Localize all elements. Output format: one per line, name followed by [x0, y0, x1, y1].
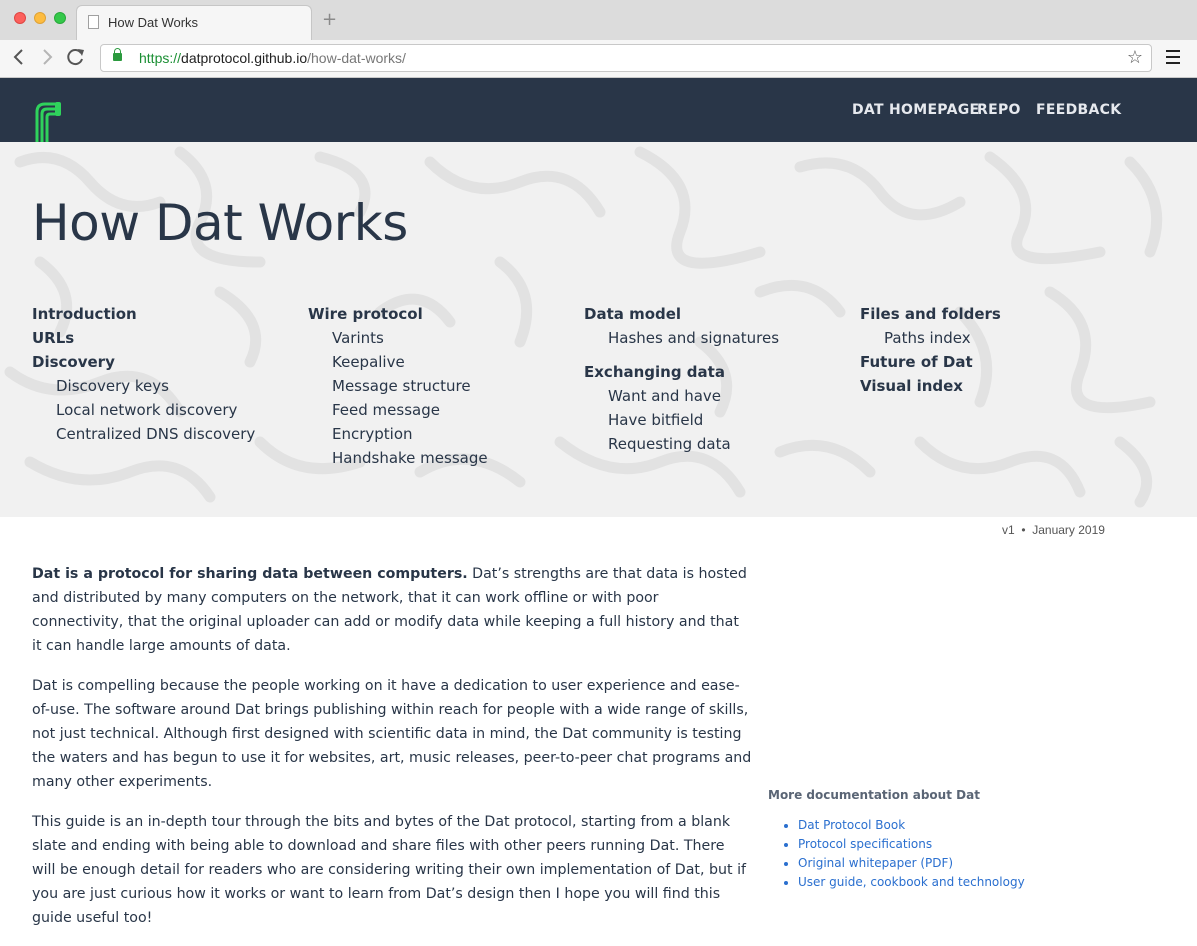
toc-link-discovery[interactable]: Discovery [32, 350, 255, 374]
reload-icon[interactable] [66, 46, 86, 72]
toc-link-paths-index[interactable]: Paths index [860, 326, 1001, 350]
hero-section: How Dat Works Introduction URLs Discover… [0, 142, 1197, 517]
link-original-whitepaper[interactable]: Original whitepaper (PDF) [798, 856, 953, 870]
browser-tab-bar: How Dat Works + [0, 0, 1197, 41]
toc-column-3: Data model Hashes and signatures Exchang… [584, 302, 779, 456]
toc-link-varints[interactable]: Varints [308, 326, 488, 350]
toc-link-exchanging-data[interactable]: Exchanging data [584, 360, 779, 384]
new-tab-button[interactable]: + [322, 9, 337, 30]
url-host: datprotocol.github.io [181, 50, 308, 66]
nav-feedback[interactable]: FEEDBACK [1036, 102, 1121, 118]
list-item: Original whitepaper (PDF) [798, 854, 1025, 873]
toc-link-hashes-and-signatures[interactable]: Hashes and signatures [584, 326, 779, 350]
maximize-window-button[interactable] [54, 12, 66, 24]
bookmark-star-icon[interactable]: ☆ [1127, 47, 1143, 68]
intro-paragraph: Dat is a protocol for sharing data betwe… [32, 562, 752, 658]
nav-dat-homepage[interactable]: DAT HOMEPAGE [852, 102, 979, 118]
guide-paragraph: This guide is an in-depth tour through t… [32, 814, 747, 926]
browser-tab[interactable]: How Dat Works [76, 5, 312, 40]
toc-link-files-and-folders[interactable]: Files and folders [860, 302, 1001, 326]
toc-link-handshake-message[interactable]: Handshake message [308, 446, 488, 470]
back-arrow-icon[interactable] [12, 46, 26, 72]
toc-link-visual-index[interactable]: Visual index [860, 374, 1001, 398]
intro-lead: Dat is a protocol for sharing data betwe… [32, 566, 468, 582]
link-protocol-specifications[interactable]: Protocol specifications [798, 837, 932, 851]
toc-link-future-of-dat[interactable]: Future of Dat [860, 350, 1001, 374]
hamburger-menu-icon[interactable] [1166, 50, 1180, 68]
nav-repo[interactable]: REPO [977, 102, 1021, 118]
version-date: January 2019 [1032, 523, 1105, 537]
more-docs-aside: More documentation about Dat Dat Protoco… [768, 788, 1025, 892]
lock-icon [113, 48, 122, 61]
close-window-button[interactable] [14, 12, 26, 24]
url-scheme: https:// [139, 50, 182, 66]
toc-column-1: Introduction URLs Discovery Discovery ke… [32, 302, 255, 446]
compelling-paragraph: Dat is compelling because the people wor… [32, 678, 752, 790]
forward-arrow-icon[interactable] [40, 46, 54, 72]
toc-link-feed-message[interactable]: Feed message [308, 398, 488, 422]
link-dat-protocol-book[interactable]: Dat Protocol Book [798, 818, 905, 832]
url-path: /how-dat-works/ [307, 50, 406, 66]
list-item: Dat Protocol Book [798, 816, 1025, 835]
toc-link-wire-protocol[interactable]: Wire protocol [308, 302, 488, 326]
toc-link-keepalive[interactable]: Keepalive [308, 350, 488, 374]
toc-link-introduction[interactable]: Introduction [32, 302, 255, 326]
doc-links-list: Dat Protocol Book Protocol specification… [768, 816, 1025, 892]
version-info: v1 • January 2019 [1002, 523, 1105, 537]
toc-link-have-bitfield[interactable]: Have bitfield [584, 408, 779, 432]
page-title: How Dat Works [32, 194, 408, 252]
link-user-guide[interactable]: User guide, cookbook and technology [798, 875, 1025, 889]
version-label: v1 [1002, 523, 1015, 537]
url-text[interactable]: https://datprotocol.github.io/how-dat-wo… [139, 50, 406, 66]
browser-toolbar: https://datprotocol.github.io/how-dat-wo… [0, 40, 1197, 78]
toc-column-4: Files and folders Paths index Future of … [860, 302, 1001, 398]
list-item: Protocol specifications [798, 835, 1025, 854]
toc-link-encryption[interactable]: Encryption [308, 422, 488, 446]
toc-column-2: Wire protocol Varints Keepalive Message … [308, 302, 488, 470]
toc-link-want-and-have[interactable]: Want and have [584, 384, 779, 408]
toc-link-urls[interactable]: URLs [32, 326, 255, 350]
toc-link-data-model[interactable]: Data model [584, 302, 779, 326]
address-bar[interactable]: https://datprotocol.github.io/how-dat-wo… [100, 44, 1152, 72]
dat-logo-icon[interactable] [33, 100, 63, 146]
aside-title: More documentation about Dat [768, 788, 980, 802]
tab-title: How Dat Works [108, 15, 199, 30]
toc-link-discovery-keys[interactable]: Discovery keys [32, 374, 255, 398]
toc-link-message-structure[interactable]: Message structure [308, 374, 488, 398]
page-icon [88, 15, 99, 29]
toc-link-local-network-discovery[interactable]: Local network discovery [32, 398, 255, 422]
toc-link-requesting-data[interactable]: Requesting data [584, 432, 779, 456]
article-body: Dat is a protocol for sharing data betwe… [32, 562, 752, 946]
minimize-window-button[interactable] [34, 12, 46, 24]
list-item: User guide, cookbook and technology [798, 873, 1025, 892]
site-header: DAT HOMEPAGE REPO FEEDBACK [0, 78, 1197, 142]
version-separator: • [1021, 523, 1026, 537]
toc-link-centralized-dns-discovery[interactable]: Centralized DNS discovery [32, 422, 255, 446]
